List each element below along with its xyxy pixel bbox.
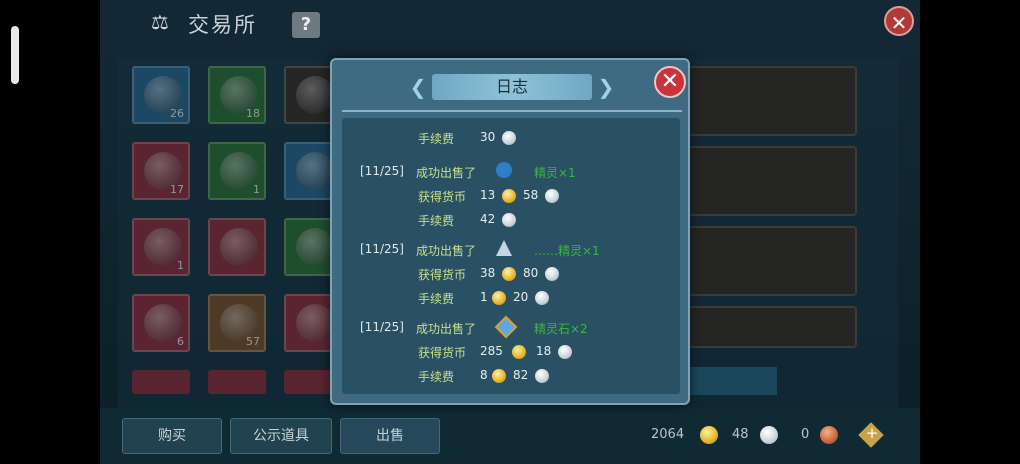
log-action: 成功出售了 <box>416 322 477 336</box>
scale-icon: ⚖ <box>151 10 169 34</box>
page-title: 交易所 <box>188 13 257 37</box>
earn-gold: 285 <box>480 344 503 358</box>
item-name: 精灵石×2 <box>534 322 588 336</box>
top-bar: ⚖ 交易所 ? ✕ <box>100 0 920 48</box>
log-dialog: ❮ 日志 ❯ ✕ 手续费 30 [11/25] 成功出售了 精灵×1 获得货币 … <box>330 58 690 405</box>
fee-label: 手续费 <box>418 292 455 306</box>
bottom-bar <box>100 408 920 464</box>
dialog-close-button[interactable]: ✕ <box>654 66 686 98</box>
silver-coin-icon <box>760 426 778 444</box>
earn-label: 获得货币 <box>418 190 467 204</box>
fee-label: 手续费 <box>418 214 455 228</box>
earn-silver: 18 <box>536 344 552 358</box>
silver-coin-icon <box>535 369 549 383</box>
earn-silver: 80 <box>523 266 539 280</box>
fee-label: 手续费 <box>418 132 455 146</box>
log-date: [11/25] <box>360 164 404 178</box>
dialog-header: 日志 <box>432 74 592 100</box>
gold-coin-icon <box>700 426 718 444</box>
silver-coin-icon <box>535 291 549 305</box>
gold-coin-icon <box>502 189 516 203</box>
fee-silver: 42 <box>480 212 496 226</box>
item-name: 精灵×1 <box>534 166 576 180</box>
silver-coin-icon <box>502 131 516 145</box>
item-name: ……精灵×1 <box>534 244 600 258</box>
fee-gold: 8 <box>480 368 488 382</box>
plus-icon: + <box>865 424 879 442</box>
silver-coin-icon <box>545 267 559 281</box>
fee-label: 手续费 <box>418 370 455 384</box>
right-letterbox <box>920 0 1020 464</box>
tab-public-items[interactable]: 公示道具 <box>230 418 332 454</box>
fee-silver: 82 <box>513 368 529 382</box>
copper-amount: 0 <box>801 427 810 442</box>
earn-silver: 58 <box>523 188 539 202</box>
spirit-item-icon <box>496 162 512 178</box>
silver-coin-icon <box>545 189 559 203</box>
tab-sell[interactable]: 出售 <box>340 418 440 454</box>
help-button[interactable]: ? <box>292 12 320 38</box>
silver-coin-icon <box>558 345 572 359</box>
log-date: [11/25] <box>360 320 404 334</box>
close-button[interactable]: ✕ <box>884 6 914 36</box>
spirit-item-icon <box>496 240 512 256</box>
tab-buy[interactable]: 购买 <box>122 418 222 454</box>
log-list[interactable]: 手续费 30 [11/25] 成功出售了 精灵×1 获得货币 13 58 手续费… <box>342 118 680 394</box>
side-scroll-handle[interactable] <box>11 26 19 84</box>
dialog-title: 日志 <box>495 77 528 96</box>
log-action: 成功出售了 <box>416 244 477 258</box>
fee-silver: 20 <box>513 290 529 304</box>
earn-label: 获得货币 <box>418 346 467 360</box>
copper-coin-icon <box>820 426 838 444</box>
gold-coin-icon <box>502 267 516 281</box>
silver-coin-icon <box>502 213 516 227</box>
earn-label: 获得货币 <box>418 268 467 282</box>
log-action: 成功出售了 <box>416 166 477 180</box>
fee-gold: 1 <box>480 290 488 304</box>
log-date: [11/25] <box>360 242 404 256</box>
fee-silver: 30 <box>480 130 496 144</box>
scroll-ornament-left-icon: ❮ <box>409 75 427 99</box>
divider <box>342 110 682 112</box>
gold-amount: 2064 <box>651 427 685 442</box>
earn-gold: 38 <box>480 266 496 280</box>
earn-gold: 13 <box>480 188 496 202</box>
scroll-ornament-right-icon: ❯ <box>597 75 615 99</box>
silver-amount: 48 <box>732 427 749 442</box>
gold-coin-icon <box>512 345 526 359</box>
gold-coin-icon <box>492 291 506 305</box>
gem-item-icon <box>494 315 518 339</box>
gold-coin-icon <box>492 369 506 383</box>
